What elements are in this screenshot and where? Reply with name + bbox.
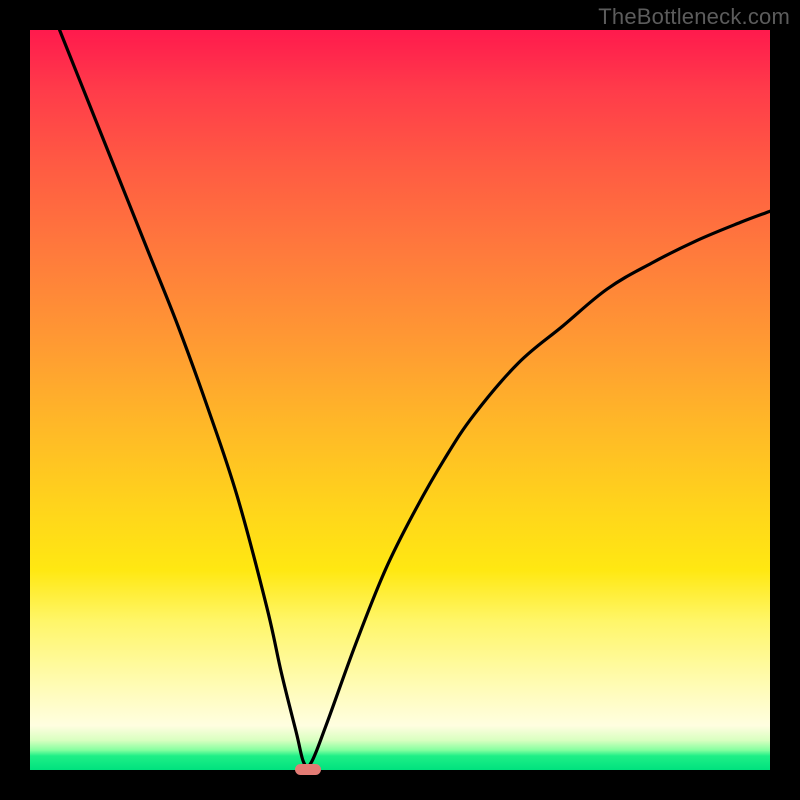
plot-area xyxy=(30,30,770,770)
minimum-marker xyxy=(295,764,321,775)
watermark-text: TheBottleneck.com xyxy=(598,4,790,30)
chart-frame: TheBottleneck.com xyxy=(0,0,800,800)
bottleneck-curve xyxy=(30,30,770,770)
